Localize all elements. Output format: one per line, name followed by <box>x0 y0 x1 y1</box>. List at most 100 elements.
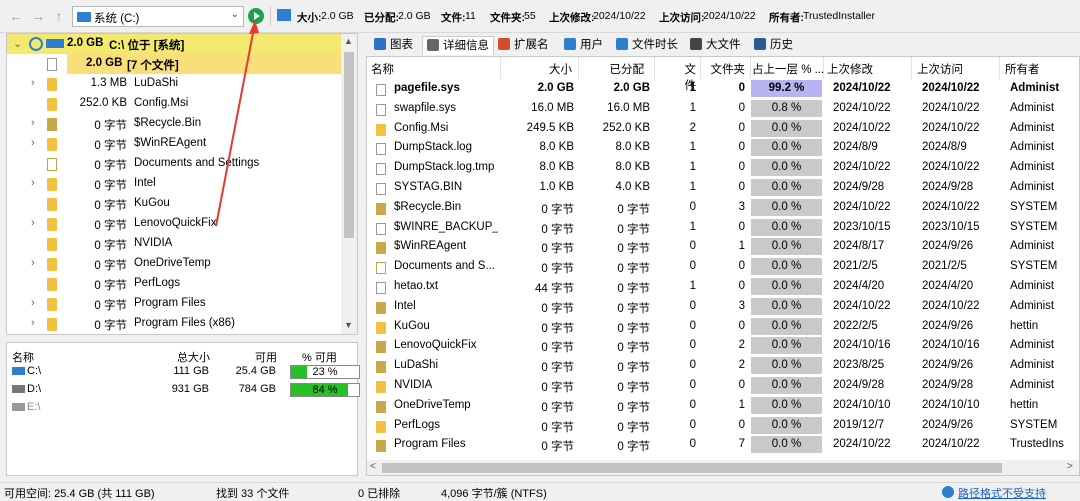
expand-chevron-icon[interactable]: › <box>31 297 35 309</box>
table-row[interactable]: PerfLogs 0 字节 0 字节 0 0 0.0 % 2019/12/7 2024/9/2… <box>367 416 1079 436</box>
column-divider[interactable] <box>654 57 655 79</box>
file-icon <box>376 103 386 116</box>
column-divider[interactable] <box>750 57 751 79</box>
cell-files: 0 <box>689 319 696 332</box>
tree-item[interactable]: 0 字节 Documents and Settings <box>7 154 343 174</box>
drive-total: 931 GB <box>171 383 209 395</box>
column-header-size[interactable]: 大小 <box>512 61 572 77</box>
table-row[interactable]: Intel 0 字节 0 字节 0 3 0.0 % 2024/10/22 2024/10/22… <box>367 297 1079 317</box>
cell-size: 0 字节 <box>541 302 574 315</box>
column-header-owner[interactable]: 所有者 <box>1005 61 1040 77</box>
table-row[interactable]: Program Files 0 字节 0 字节 0 7 0.0 % 2024/10/22 20… <box>367 435 1079 455</box>
tab-extensions[interactable]: 扩展名 <box>498 36 549 55</box>
tree-files-row[interactable]: 2.0 GB [7 个文件] <box>7 54 343 74</box>
scroll-up-icon[interactable]: ▲ <box>344 36 353 46</box>
cell-files: 0 <box>689 260 696 273</box>
tab-history[interactable]: 历史 <box>754 36 793 55</box>
expand-chevron-icon[interactable]: › <box>31 137 35 149</box>
cell-modified: 2019/12/7 <box>833 418 885 431</box>
table-row[interactable]: SYSTAG.BIN 1.0 KB 4.0 KB 1 0 0.0 % 2024/9/28 20… <box>367 178 1079 198</box>
expand-chevron-icon[interactable]: › <box>31 217 35 229</box>
tree-item[interactable]: › 0 字节 $WinREAgent <box>7 134 343 154</box>
column-header-modified[interactable]: 上次修改 <box>827 61 873 77</box>
expand-chevron-icon[interactable]: › <box>31 177 35 189</box>
up-arrow-icon[interactable]: ↑ <box>51 8 67 24</box>
table-row[interactable]: KuGou 0 字节 0 字节 0 0 0.0 % 2022/2/5 2024/9/26 het… <box>367 317 1079 337</box>
view-tabs: 图表 详细信息 扩展名 用户 文件时长 大文件 历史 <box>366 33 1080 56</box>
owner-value: TrustedInstaller <box>803 10 875 22</box>
table-row[interactable]: LuDaShi 0 字节 0 字节 0 2 0.0 % 2023/8/25 2024/9/26… <box>367 356 1079 376</box>
tree-scrollbar[interactable]: ▲ ▼ <box>341 34 357 334</box>
tree-item[interactable]: 0 字节 KuGou <box>7 194 343 214</box>
table-row[interactable]: pagefile.sys 2.0 GB 2.0 GB 1 0 99.2 % 2024/10/… <box>367 79 1079 99</box>
tree-item[interactable]: › 0 字节 OneDriveTemp <box>7 254 343 274</box>
grid-horizontal-scrollbar[interactable]: < > <box>367 460 1079 475</box>
drive-row[interactable]: E:\ <box>7 399 357 417</box>
cell-name: OneDriveTemp <box>394 398 471 411</box>
tree-scroll-thumb[interactable] <box>344 52 354 238</box>
column-header-accessed[interactable]: 上次访问 <box>917 61 963 77</box>
tree-item[interactable]: › 0 字节 Intel <box>7 174 343 194</box>
table-row[interactable]: swapfile.sys 16.0 MB 16.0 MB 1 0 0.8 % 2024/10… <box>367 99 1079 119</box>
column-divider[interactable] <box>999 57 1000 79</box>
folders-label: 文件夹: <box>490 12 525 24</box>
back-arrow-icon[interactable]: ← <box>8 8 24 24</box>
drive-row[interactable]: C:\ 111 GB 25.4 GB 23 % <box>7 363 360 381</box>
column-header-alloc[interactable]: 已分配 <box>594 61 645 77</box>
tab-details[interactable]: 详细信息 <box>422 36 494 55</box>
tree-item[interactable]: › 0 字节 LenovoQuickFix <box>7 214 343 234</box>
column-divider[interactable] <box>700 57 701 79</box>
expand-chevron-icon[interactable]: › <box>31 317 35 329</box>
cell-size: 0 字节 <box>541 203 574 216</box>
collapse-icon[interactable]: ⌄ <box>13 37 22 50</box>
table-row[interactable]: hetao.txt 44 字节 0 字节 1 0 0.0 % 2024/4/20 2024/4… <box>367 277 1079 297</box>
tree-item[interactable]: 252.0 KB Config.Msi <box>7 94 343 114</box>
folder-tree[interactable]: ⌄ 2.0 GB C:\ 位于 [系统] 2.0 GB [7 个文件] › 1.3… <box>6 33 358 335</box>
table-row[interactable]: NVIDIA 0 字节 0 字节 0 0 0.0 % 2024/9/28 2024/9/28 A… <box>367 376 1079 396</box>
column-header-name[interactable]: 名称 <box>371 61 394 77</box>
column-header-pct[interactable]: 占上一层 % ... <box>752 61 824 77</box>
cell-size: 0 字节 <box>541 322 574 335</box>
table-row[interactable]: OneDriveTemp 0 字节 0 字节 0 1 0.0 % 2024/10/10 202… <box>367 396 1079 416</box>
owner-label: 所有者: <box>769 12 804 24</box>
tree-item[interactable]: 0 字节 NVIDIA <box>7 234 343 254</box>
table-row[interactable]: Documents and S... 0 字节 0 字节 0 0 0.0 % 2021/2/… <box>367 257 1079 277</box>
tree-item[interactable]: › 0 字节 Program Files (x86) <box>7 314 343 334</box>
tab-large-files[interactable]: 大文件 <box>690 36 741 55</box>
tree-item[interactable]: 0 字节 PerfLogs <box>7 274 343 294</box>
table-row[interactable]: $Recycle.Bin 0 字节 0 字节 0 3 0.0 % 2024/10/22 202… <box>367 198 1079 218</box>
column-header-folders[interactable]: 文件夹 <box>710 61 746 77</box>
scroll-down-icon[interactable]: ▼ <box>344 320 353 330</box>
drive-row[interactable]: D:\ 931 GB 784 GB 84 % <box>7 381 360 399</box>
tab-users[interactable]: 用户 <box>564 36 603 55</box>
forward-arrow-icon[interactable]: → <box>30 8 46 24</box>
cell-files: 0 <box>689 359 696 372</box>
tree-root-name: C:\ 位于 [系统] <box>109 40 185 52</box>
grid-scroll-thumb[interactable] <box>382 463 1002 473</box>
table-row[interactable]: DumpStack.log 8.0 KB 8.0 KB 1 0 0.0 % 2024/8/9… <box>367 138 1079 158</box>
table-row[interactable]: Config.Msi 249.5 KB 252.0 KB 2 0 0.0 % 2024/10… <box>367 119 1079 139</box>
column-divider[interactable] <box>911 57 912 79</box>
tree-item[interactable]: › 0 字节 $Recycle.Bin <box>7 114 343 134</box>
expand-chevron-icon[interactable]: › <box>31 117 35 129</box>
scan-go-button[interactable] <box>248 8 264 24</box>
tree-item[interactable]: › 1.3 MB LuDaShi <box>7 74 343 94</box>
expand-chevron-icon[interactable]: › <box>31 77 35 89</box>
tab-chart[interactable]: 图表 <box>374 36 413 55</box>
table-row[interactable]: $WINRE_BACKUP_... 0 字节 0 字节 1 0 0.0 % 2023/10/… <box>367 218 1079 238</box>
expand-chevron-icon[interactable]: › <box>31 257 35 269</box>
tree-item[interactable]: › 0 字节 Program Files <box>7 294 343 314</box>
drive-select[interactable]: 系统 (C:) ⌄ <box>72 6 244 27</box>
column-divider[interactable] <box>500 57 501 79</box>
column-divider[interactable] <box>578 57 579 79</box>
scroll-left-icon[interactable]: < <box>370 461 376 472</box>
table-row[interactable]: $WinREAgent 0 字节 0 字节 0 1 0.0 % 2024/8/17 2024/… <box>367 237 1079 257</box>
tab-file-age[interactable]: 文件时长 <box>616 36 678 55</box>
table-row[interactable]: LenovoQuickFix 0 字节 0 字节 0 2 0.0 % 2024/10/16 2… <box>367 336 1079 356</box>
scroll-right-icon[interactable]: > <box>1067 461 1073 472</box>
cell-alloc: 0 字节 <box>617 322 650 335</box>
cell-folders: 0 <box>738 319 745 332</box>
tree-root-row[interactable]: ⌄ 2.0 GB C:\ 位于 [系统] <box>7 34 343 54</box>
drive-total: 111 GB <box>173 365 209 377</box>
table-row[interactable]: DumpStack.log.tmp 8.0 KB 8.0 KB 1 0 0.0 % 2024… <box>367 158 1079 178</box>
